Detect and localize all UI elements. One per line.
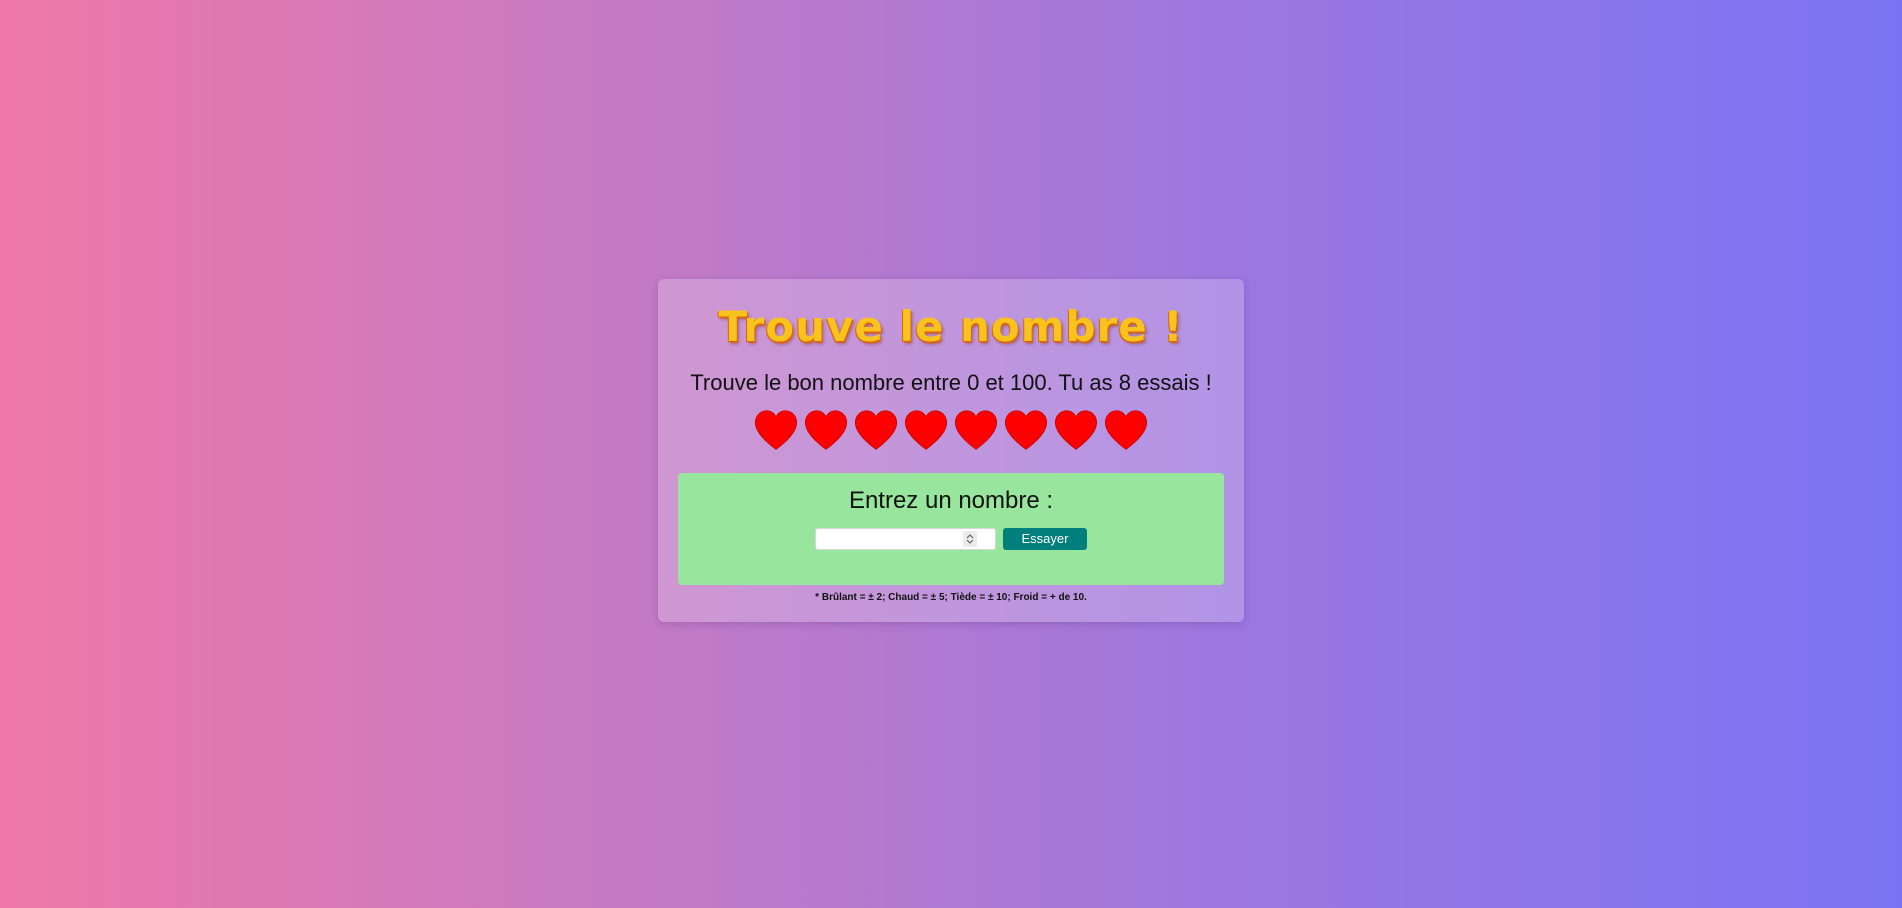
guess-label: Entrez un nombre : [848, 487, 1054, 514]
heart-icon [1104, 410, 1148, 450]
heart-icon [904, 410, 948, 450]
page-title: Trouve le nombre ! [718, 302, 1184, 351]
instructions-text: Trouve le bon nombre entre 0 et 100. Tu … [690, 370, 1212, 395]
heart-icon [1054, 410, 1098, 450]
guess-row: Essayer [678, 528, 1224, 550]
number-spinner[interactable] [963, 531, 977, 547]
heart-icon [804, 410, 848, 450]
number-input[interactable] [815, 528, 996, 550]
lives-display [658, 408, 1244, 452]
try-button[interactable]: Essayer [1003, 528, 1087, 550]
guess-panel: Entrez un nombre : Essayer [678, 473, 1224, 585]
heart-icon [1004, 410, 1048, 450]
hint-legend: * Brûlant = ± 2; Chaud = ± 5; Tiède = ± … [815, 592, 1087, 603]
heart-icon [754, 410, 798, 450]
heart-icon [854, 410, 898, 450]
heart-icon [954, 410, 998, 450]
game-card: Trouve le nombre ! Trouve le bon nombre … [658, 279, 1244, 622]
chevron-down-icon[interactable] [966, 539, 974, 544]
